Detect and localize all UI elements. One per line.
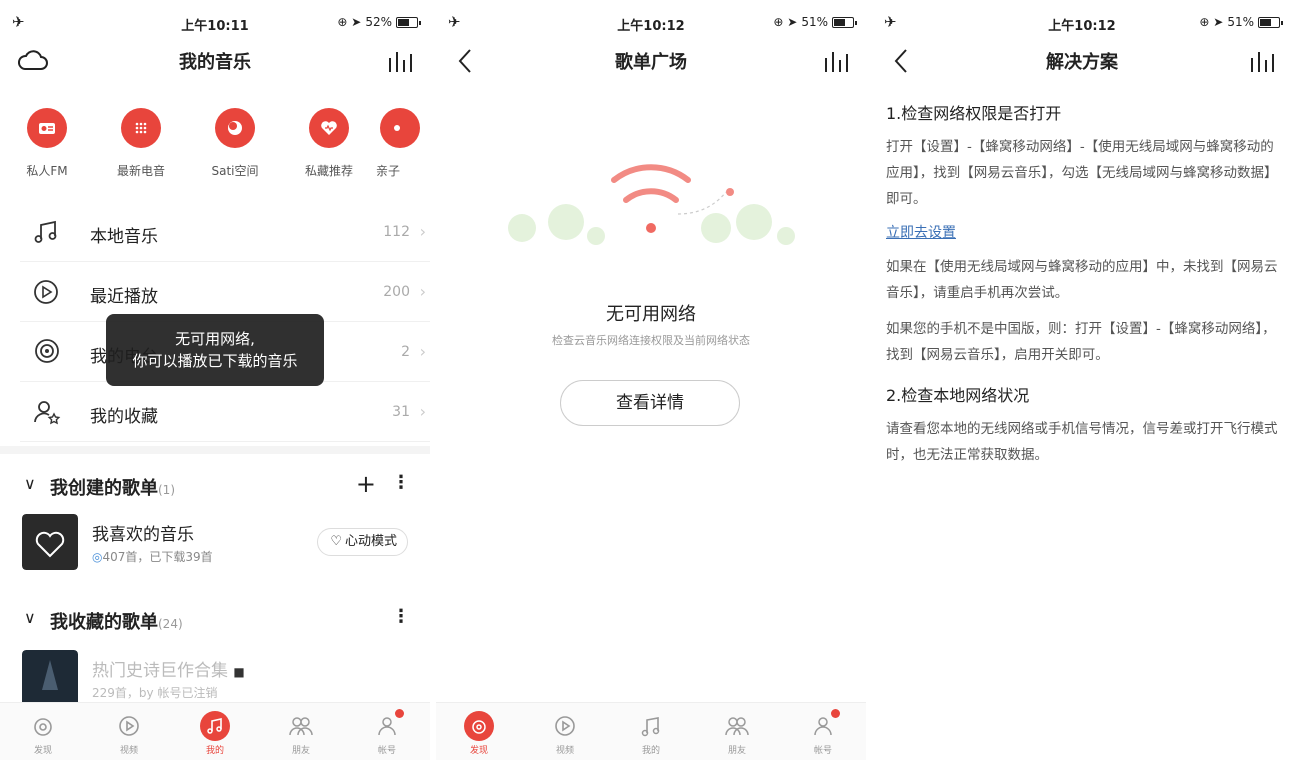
heart-icon: ♡ bbox=[330, 534, 342, 549]
paragraph-4: 请查看您本地的无线网络或手机信号情况，信号差或打开飞行模式时，也无法正常获取数据… bbox=[886, 421, 1278, 463]
discover-icon bbox=[28, 711, 58, 741]
section-created-playlists[interactable]: ∨ 我创建的歌单(1) + ⋮ bbox=[0, 466, 430, 506]
tab-video[interactable]: 视频 bbox=[522, 703, 608, 760]
quick-entry-row: 私人FM 最新电音 Sati空间 私藏推荐 亲子 bbox=[0, 108, 430, 188]
view-details-button[interactable]: 查看详情 bbox=[560, 380, 740, 426]
chevron-right-icon: › bbox=[419, 282, 426, 301]
battery-percent: 51% bbox=[1227, 15, 1254, 29]
quick-kids[interactable]: 亲子 bbox=[376, 108, 426, 188]
tab-bar: 发现 视频 我的 朋友 帐号 bbox=[0, 702, 430, 760]
music-icon bbox=[636, 711, 666, 741]
more-icon[interactable]: ⋮ bbox=[392, 606, 410, 627]
page-title: 歌单广场 bbox=[615, 52, 687, 73]
no-network-illustration bbox=[508, 164, 795, 245]
location-icon: ⊕ ➤ bbox=[773, 15, 798, 29]
tab-account[interactable]: 帐号 bbox=[344, 703, 430, 760]
speaker-icon bbox=[121, 108, 161, 148]
heart-mode-button[interactable]: ♡ 心动模式 bbox=[317, 528, 408, 556]
screen-my-music: ✈ 上午10:11 ⊕ ➤ 52% 我的音乐 私人FM 最新电音 Sati空间 … bbox=[0, 0, 430, 760]
empty-state-subtitle: 检查云音乐网络连接权限及当前网络状态 bbox=[552, 334, 750, 347]
tab-friends[interactable]: 朋友 bbox=[258, 703, 344, 760]
tab-bar: 发现 视频 我的 朋友 帐号 bbox=[436, 702, 866, 760]
paragraph-1: 打开【设置】-【蜂窝移动网络】-【使用无线局域网与蜂窝移动的应用】，找到【网易云… bbox=[886, 139, 1278, 207]
nav-bar: 解决方案 bbox=[872, 38, 1292, 82]
location-icon: ⊕ ➤ bbox=[1199, 15, 1224, 29]
nav-bar: 歌单广场 bbox=[436, 38, 866, 82]
video-icon bbox=[550, 711, 580, 741]
page-title: 解决方案 bbox=[1046, 52, 1118, 73]
quick-new-electronic[interactable]: 最新电音 bbox=[94, 108, 188, 188]
battery-icon bbox=[396, 16, 421, 28]
paragraph-3: 如果您的手机不是中国版，则：打开【设置】-【蜂窝移动网络】，找到【网易云音乐】，… bbox=[886, 321, 1276, 363]
discover-icon bbox=[464, 711, 494, 741]
solution-content: 1.检查网络权限是否打开 打开【设置】-【蜂窝移动网络】-【使用无线局域网与蜂窝… bbox=[886, 100, 1278, 478]
music-note-icon bbox=[34, 220, 57, 243]
tab-discover[interactable]: 发现 bbox=[436, 703, 522, 760]
tab-friends[interactable]: 朋友 bbox=[694, 703, 780, 760]
quick-sati-space[interactable]: Sati空间 bbox=[188, 108, 282, 188]
battery-percent: 51% bbox=[801, 15, 828, 29]
video-badge-icon: ■ bbox=[233, 665, 245, 679]
chevron-right-icon: › bbox=[419, 222, 426, 241]
equalizer-icon[interactable] bbox=[1248, 46, 1276, 76]
empty-state-title: 无可用网络 bbox=[606, 304, 696, 325]
music-icon bbox=[200, 711, 230, 741]
section-heading-2: 2.检查本地网络状况 bbox=[886, 386, 1030, 405]
battery-icon bbox=[1258, 16, 1283, 28]
paragraph-2: 如果在【使用无线局域网与蜂窝移动的应用】中，未找到【网易云音乐】，请重启手机再次… bbox=[886, 259, 1278, 301]
go-settings-link[interactable]: 立即去设置 bbox=[886, 222, 1278, 242]
screen-playlist-plaza: ✈ 上午10:12 ⊕ ➤ 51% 歌单广场 无可用网络 检查云音乐网络连接权限… bbox=[436, 0, 866, 760]
screen-solutions: ✈ 上午10:12 ⊕ ➤ 51% 解决方案 1.检查网络权限是否打开 打开【设… bbox=[872, 0, 1292, 760]
battery-percent: 52% bbox=[365, 15, 392, 29]
quick-private-fm[interactable]: 私人FM bbox=[0, 108, 94, 188]
location-icon: ⊕ ➤ bbox=[337, 15, 362, 29]
row-my-collection[interactable]: 我的收藏 31 › bbox=[20, 382, 430, 442]
friends-icon bbox=[286, 711, 316, 741]
battery-icon bbox=[832, 16, 857, 28]
friends-icon bbox=[722, 711, 752, 741]
heart-wave-icon bbox=[309, 108, 349, 148]
section-collected-playlists[interactable]: ∨ 我收藏的歌单(24) ⋮ bbox=[0, 600, 430, 640]
more-icon[interactable]: ⋮ bbox=[392, 472, 410, 493]
row-local-music[interactable]: 本地音乐 112 › bbox=[20, 202, 430, 262]
playlist-liked[interactable]: 我喜欢的音乐 ◎407首，已下载39首 ♡ 心动模式 bbox=[22, 514, 430, 574]
radio-icon bbox=[27, 108, 67, 148]
equalizer-icon[interactable] bbox=[386, 46, 414, 76]
kids-icon bbox=[380, 108, 420, 148]
tab-mine[interactable]: 我的 bbox=[608, 703, 694, 760]
nav-bar: 我的音乐 bbox=[0, 38, 430, 82]
equalizer-icon[interactable] bbox=[822, 46, 850, 76]
row-recent-play[interactable]: 最近播放 200 › bbox=[20, 262, 430, 322]
add-playlist-button[interactable]: + bbox=[356, 470, 376, 498]
moon-icon bbox=[215, 108, 255, 148]
epic-cover bbox=[22, 650, 78, 706]
notification-dot bbox=[831, 709, 840, 718]
notification-dot bbox=[395, 709, 404, 718]
chevron-down-icon: ∨ bbox=[24, 608, 36, 627]
tab-mine[interactable]: 我的 bbox=[172, 703, 258, 760]
tab-video[interactable]: 视频 bbox=[86, 703, 172, 760]
chevron-down-icon: ∨ bbox=[24, 474, 36, 493]
playlist-epic[interactable]: 热门史诗巨作合集 ■ 229首，by 帐号已注销 bbox=[22, 650, 430, 710]
quick-private-recommend[interactable]: 私藏推荐 bbox=[282, 108, 376, 188]
tab-account[interactable]: 帐号 bbox=[780, 703, 866, 760]
page-title: 我的音乐 bbox=[179, 52, 251, 73]
section-heading-1: 1.检查网络权限是否打开 bbox=[886, 104, 1062, 123]
recent-play-icon bbox=[34, 280, 58, 304]
downloaded-icon: ◎ bbox=[92, 550, 103, 564]
liked-cover bbox=[22, 514, 78, 570]
no-network-toast: 无可用网络, 你可以播放已下载的音乐 bbox=[106, 314, 324, 386]
user-star-icon bbox=[34, 401, 61, 425]
section-divider bbox=[0, 446, 430, 454]
tab-discover[interactable]: 发现 bbox=[0, 703, 86, 760]
chevron-right-icon: › bbox=[419, 402, 426, 421]
chevron-right-icon: › bbox=[419, 342, 426, 361]
podcast-icon bbox=[35, 339, 59, 363]
video-icon bbox=[114, 711, 144, 741]
